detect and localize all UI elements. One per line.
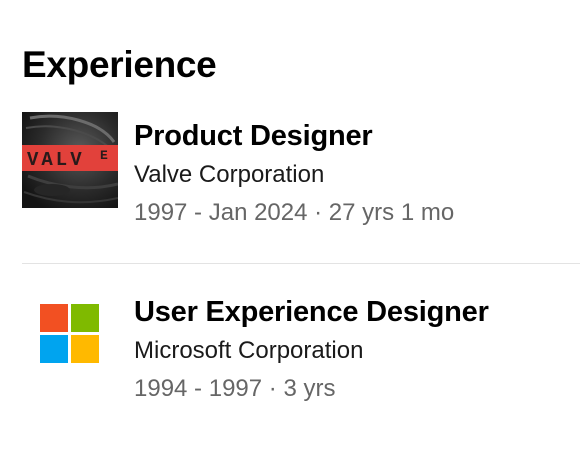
valve-logo-graphic: VALV E	[22, 112, 118, 208]
experience-item-valve[interactable]: VALV E Product Designer Valve Corporatio…	[0, 112, 580, 252]
ms-square-yellow	[71, 335, 99, 363]
role-title[interactable]: Product Designer	[134, 116, 580, 156]
divider	[22, 263, 580, 264]
ms-square-red	[40, 304, 68, 332]
role-title[interactable]: User Experience Designer	[134, 292, 580, 332]
company-name: Microsoft Corporation	[134, 337, 364, 364]
ms-square-blue	[40, 335, 68, 363]
ms-square-green	[71, 304, 99, 332]
experience-details: Product Designer Valve Corporation 1997 …	[134, 116, 580, 232]
employment-dates: 1994 - 1997 · 3 yrs	[134, 375, 336, 402]
company-name: Valve Corporation	[134, 161, 325, 188]
svg-text:E: E	[100, 148, 108, 163]
experience-details: User Experience Designer Microsoft Corpo…	[134, 292, 580, 408]
valve-logo-icon[interactable]: VALV E	[22, 112, 118, 208]
experience-item-microsoft[interactable]: User Experience Designer Microsoft Corpo…	[0, 288, 580, 428]
section-title: Experience	[22, 44, 217, 85]
microsoft-logo-icon[interactable]	[40, 304, 100, 364]
svg-text:VALV: VALV	[27, 149, 85, 171]
employment-dates: 1997 - Jan 2024 · 27 yrs 1 mo	[134, 199, 455, 226]
